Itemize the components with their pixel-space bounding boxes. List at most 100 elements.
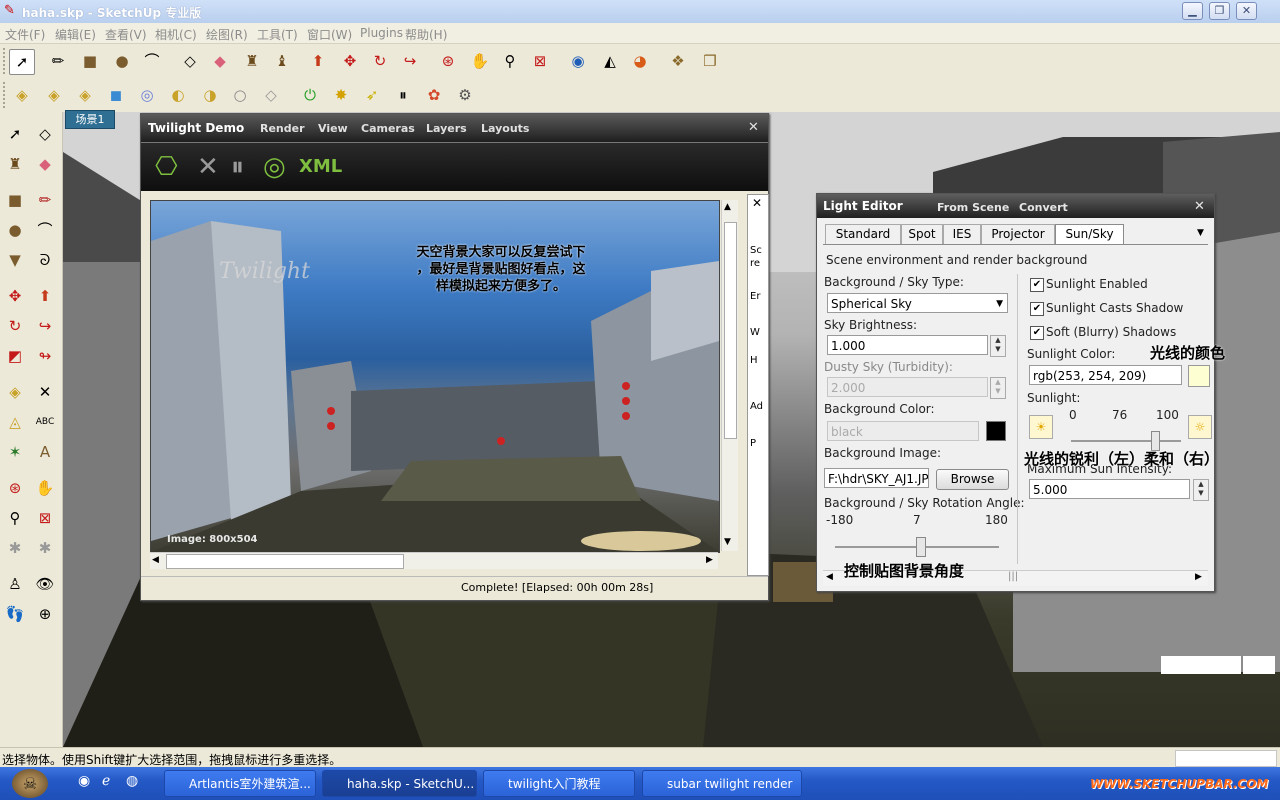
section-icon[interactable]: ◑ <box>198 83 222 107</box>
bg-type-select[interactable]: Spherical Sky ▼ <box>827 293 1008 313</box>
cancel-render-icon[interactable]: ✕ <box>197 153 219 181</box>
geo-icon[interactable]: ◕ <box>628 49 652 73</box>
zoom-icon[interactable]: ⚲ <box>498 49 522 73</box>
refresh-icon[interactable]: ◎ <box>263 153 286 181</box>
tape-icon[interactable]: ◈ <box>10 83 34 107</box>
cursor-icon[interactable]: ➶ <box>360 83 384 107</box>
measurements-box[interactable] <box>1175 750 1277 767</box>
sun-color-input[interactable]: rgb(253, 254, 209) <box>1029 365 1182 385</box>
sphere-icon[interactable]: ○ <box>228 83 252 107</box>
menu-plugins[interactable]: Plugins <box>360 26 403 40</box>
zoom-extents-icon[interactable]: ⊠ <box>528 49 552 73</box>
orbit-icon[interactable]: ⊛ <box>3 476 27 500</box>
sun-sharp-icon[interactable]: ☀ <box>1029 415 1053 439</box>
menu-view[interactable]: 查看(V) <box>105 26 147 43</box>
rotate-icon[interactable]: ↻ <box>368 49 392 73</box>
pan-icon[interactable]: ✋ <box>33 476 57 500</box>
sparkle-icon[interactable]: ✸ <box>329 83 353 107</box>
casts-shadow-checkbox[interactable]: ✔ <box>1030 302 1044 316</box>
sky-brightness-input[interactable]: 1.000 <box>827 335 988 355</box>
task-sketchup[interactable]: haha.skp - SketchU... <box>322 770 477 797</box>
arc-icon[interactable]: ⌒ <box>140 49 164 73</box>
text-icon[interactable]: ◐ <box>166 83 190 107</box>
camera-render-icon[interactable]: ⎔ <box>155 153 178 181</box>
circle-icon[interactable]: ● <box>110 49 134 73</box>
polygon-icon[interactable]: ▼ <box>3 248 27 272</box>
bg-color-swatch[interactable] <box>986 421 1006 441</box>
position-camera-icon[interactable]: ♙ <box>3 572 27 596</box>
next-view-icon[interactable]: ✱ <box>33 536 57 560</box>
dimension-icon[interactable]: ✕ <box>33 380 57 404</box>
sunlight-slider-track[interactable] <box>1071 440 1181 442</box>
eraser-outline-icon[interactable]: ◇ <box>178 49 202 73</box>
gear-icon[interactable]: ⚙ <box>453 83 477 107</box>
menu-camera[interactable]: 相机(C) <box>155 26 197 43</box>
task-twilight-tutorial[interactable]: twilight入门教程 <box>483 770 635 797</box>
rectangle-icon[interactable]: ■ <box>3 188 27 212</box>
scroll-up-icon[interactable]: ▲ <box>724 202 731 212</box>
bg-color-input[interactable]: black <box>827 421 979 441</box>
menu-from-scene[interactable]: From Scene <box>937 201 1009 214</box>
tab-spot[interactable]: Spot <box>901 224 943 244</box>
offset-icon[interactable]: ↬ <box>33 344 57 368</box>
dusty-sky-input[interactable]: 2.000 <box>827 377 988 397</box>
render-horizontal-scrollbar[interactable]: ◀ ▶ <box>150 552 718 569</box>
tab-projector[interactable]: Projector <box>981 224 1055 244</box>
menu-file[interactable]: 文件(F) <box>5 26 45 43</box>
orbit-icon[interactable]: ⊛ <box>436 49 460 73</box>
twilight-menu-layers[interactable]: Layers <box>426 122 467 135</box>
pause-icon[interactable]: ⏸ <box>391 83 415 107</box>
eraser-icon[interactable]: ◆ <box>33 152 57 176</box>
follow-me-icon[interactable]: ↪ <box>398 49 422 73</box>
freehand-icon[interactable]: ᘐ <box>33 248 57 272</box>
scroll-right-icon[interactable]: ▶ <box>706 555 713 565</box>
zoom-icon[interactable]: ⚲ <box>3 506 27 530</box>
hscroll-thumb[interactable] <box>166 554 404 569</box>
circle-icon[interactable]: ● <box>3 218 27 242</box>
pause-render-icon[interactable]: ⏸ <box>231 153 244 181</box>
rectangle-icon[interactable]: ■ <box>78 49 102 73</box>
check-icon[interactable]: ◎ <box>135 83 159 107</box>
axes-icon[interactable]: ◇ <box>259 83 283 107</box>
menu-edit[interactable]: 编辑(E) <box>55 26 96 43</box>
tabs-dropdown-icon[interactable]: ▼ <box>1197 228 1204 238</box>
paint-bucket-icon[interactable]: ♜ <box>3 152 27 176</box>
pan-icon[interactable]: ✋ <box>468 49 492 73</box>
light-editor-close-button[interactable]: ✕ <box>1194 199 1205 214</box>
menu-draw[interactable]: 绘图(R) <box>206 26 248 43</box>
previous-view-icon[interactable]: ✱ <box>3 536 27 560</box>
walk-icon[interactable]: 👣 <box>3 602 27 626</box>
components-icon[interactable]: ❖ <box>666 49 690 73</box>
rotate-icon[interactable]: ↻ <box>3 314 27 338</box>
close-button[interactable]: ✕ <box>1236 2 1257 20</box>
twilight-close-button[interactable]: ✕ <box>748 120 759 135</box>
text-icon[interactable]: ABC <box>33 410 57 434</box>
rotation-slider-thumb[interactable] <box>916 537 927 557</box>
get-models-icon[interactable]: ◉ <box>566 49 590 73</box>
xml-icon[interactable]: XML <box>299 153 342 181</box>
tape-icon[interactable]: ◈ <box>3 380 27 404</box>
scroll-down-icon[interactable]: ▼ <box>724 537 731 547</box>
scene-tab[interactable]: 场景1 <box>65 110 115 129</box>
bg-image-path-input[interactable]: F:\hdr\SKY_AJ1.JP <box>824 468 929 488</box>
protractor-icon[interactable]: ◈ <box>73 83 97 107</box>
menu-convert[interactable]: Convert <box>1019 201 1068 214</box>
tab-standard[interactable]: Standard <box>825 224 901 244</box>
box-icon[interactable]: ◼ <box>104 83 128 107</box>
eraser-icon[interactable]: ◆ <box>208 49 232 73</box>
push-pull-icon[interactable]: ⬆ <box>306 49 330 73</box>
side-close-button[interactable]: ✕ <box>752 196 762 210</box>
warehouse-icon[interactable]: ❒ <box>698 49 722 73</box>
share-icon[interactable]: ◭ <box>598 49 622 73</box>
twilight-menu-layouts[interactable]: Layouts <box>481 122 529 135</box>
sun-soft-icon[interactable]: ☼ <box>1188 415 1212 439</box>
follow-me-icon[interactable]: ↪ <box>33 314 57 338</box>
sun-color-swatch[interactable] <box>1188 365 1210 387</box>
pencil-icon[interactable]: ✏ <box>46 49 70 73</box>
protractor-icon[interactable]: ◬ <box>3 410 27 434</box>
menu-tools[interactable]: 工具(T) <box>257 26 298 43</box>
quicklaunch-globe-icon[interactable]: ◍ <box>126 773 138 789</box>
task-subar-render[interactable]: subar twilight render <box>642 770 802 797</box>
max-intensity-spinner[interactable]: ▲ ▼ <box>1193 479 1209 501</box>
sky-brightness-spinner[interactable]: ▲ ▼ <box>990 335 1006 357</box>
